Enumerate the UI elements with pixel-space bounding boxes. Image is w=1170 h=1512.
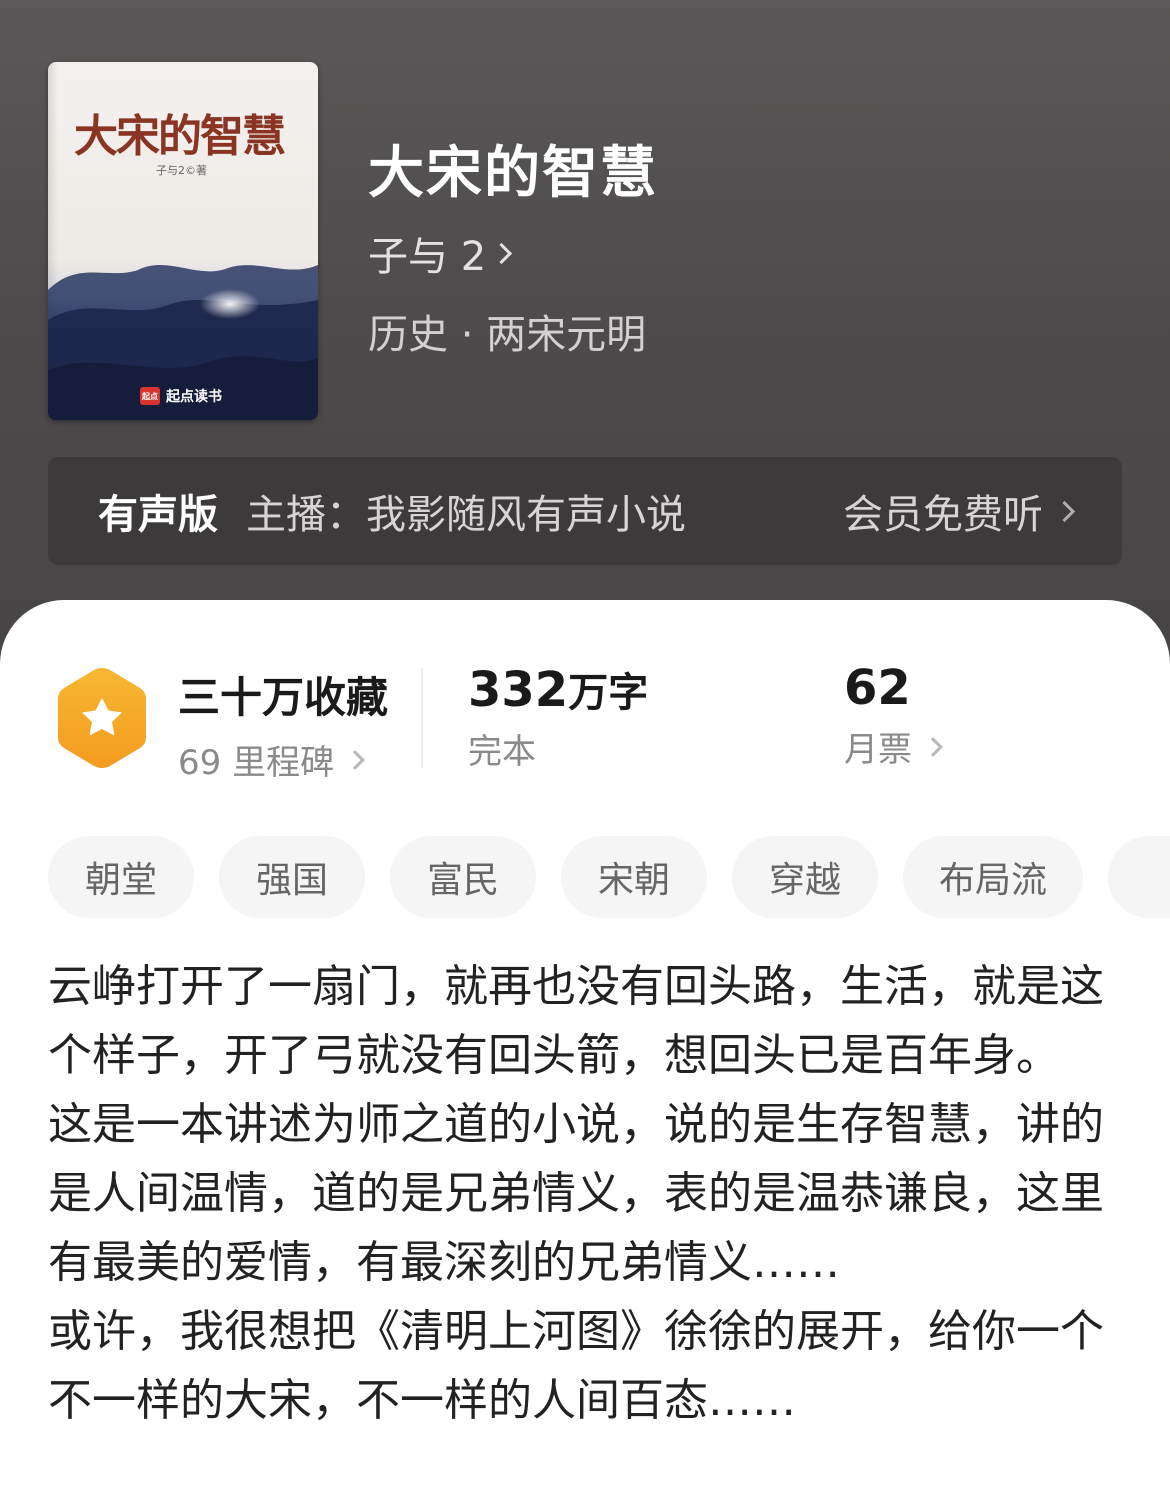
chevron-right-icon bbox=[923, 736, 943, 757]
tag-chip[interactable]: 宋朝 bbox=[561, 836, 707, 918]
monthly-tickets-stat[interactable]: 62 月票 bbox=[844, 660, 943, 771]
stats-divider bbox=[421, 668, 423, 768]
chevron-right-icon bbox=[1053, 500, 1076, 522]
publisher-name: 起点读书 bbox=[166, 389, 222, 405]
book-cover[interactable]: 大宋的智慧 子与2©著 起点 起点读书 bbox=[48, 62, 318, 420]
tag-list: 朝堂 强国 富民 宋朝 穿越 布局流 bbox=[48, 836, 1170, 918]
tag-chip[interactable]: 穿越 bbox=[732, 836, 878, 918]
tag-chip[interactable]: 强国 bbox=[219, 836, 365, 918]
author-name: 子与 2 bbox=[368, 234, 487, 280]
description-paragraph: 这是一本讲述为师之道的小说，说的是生存智慧，讲的是人间温情，道的是兄弟情义，表的… bbox=[48, 1099, 1104, 1288]
monthly-tickets-label: 月票 bbox=[844, 730, 912, 770]
book-status: 完本 bbox=[468, 732, 536, 772]
tag-chip[interactable]: 朝堂 bbox=[48, 836, 194, 918]
star-badge-icon bbox=[58, 668, 146, 768]
free-listen-label: 会员免费听 bbox=[843, 492, 1043, 538]
audio-version-bar[interactable]: 有声版 主播：我影随风有声小说 会员免费听 bbox=[48, 457, 1122, 565]
audio-narrator: 主播：我影随风有声小说 bbox=[246, 492, 686, 538]
author-link[interactable]: 子与 2 bbox=[368, 224, 513, 282]
collections-stat[interactable]: 三十万收藏 69 里程碑 bbox=[178, 664, 388, 784]
book-genre[interactable]: 历史 · 两宋元明 bbox=[368, 302, 646, 360]
cover-publisher: 起点 起点读书 bbox=[140, 386, 222, 406]
description-paragraph: 或许，我很想把《清明上河图》徐徐的展开，给你一个不一样的大宋，不一样的人间百态…… bbox=[48, 1306, 1104, 1426]
tag-chip[interactable]: 布局流 bbox=[903, 836, 1084, 918]
monthly-tickets-link[interactable]: 月票 bbox=[844, 722, 943, 771]
chevron-right-icon bbox=[491, 242, 513, 264]
tag-chip[interactable]: 富民 bbox=[390, 836, 536, 918]
chevron-right-icon bbox=[345, 749, 365, 770]
collections-count: 三十万收藏 bbox=[178, 673, 389, 722]
cover-author: 子与2©著 bbox=[156, 164, 207, 177]
tag-chip[interactable] bbox=[1108, 836, 1170, 918]
free-listen-button[interactable]: 会员免费听 bbox=[843, 482, 1076, 540]
book-description: 云峥打开了一扇门，就再也没有回头路，生活，就是这个样子，开了弓就没有回头箭，想回… bbox=[48, 952, 1128, 1435]
book-title: 大宋的智慧 bbox=[368, 141, 658, 206]
publisher-logo-icon: 起点 bbox=[140, 387, 160, 405]
description-paragraph: 云峥打开了一扇门，就再也没有回头路，生活，就是这个样子，开了弓就没有回头箭，想回… bbox=[48, 961, 1104, 1081]
milestones-label: 69 里程碑 bbox=[178, 743, 335, 783]
milestones-link[interactable]: 69 里程碑 bbox=[178, 735, 388, 784]
word-count-stat: 332万字 完本 bbox=[468, 660, 648, 773]
audio-label: 有声版 bbox=[98, 492, 218, 538]
monthly-tickets-count: 62 bbox=[844, 660, 911, 716]
word-count-number: 332 bbox=[468, 662, 569, 718]
word-count-unit: 万字 bbox=[568, 670, 649, 716]
cover-title: 大宋的智慧 bbox=[74, 111, 286, 162]
